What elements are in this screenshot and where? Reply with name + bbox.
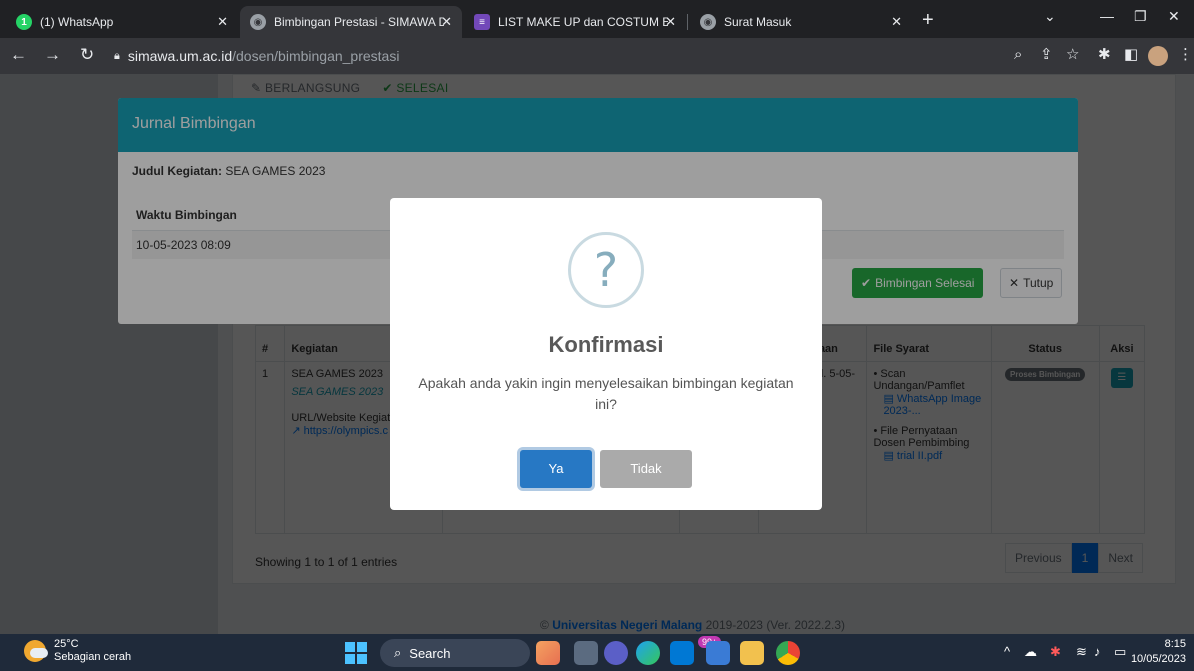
tab-surat-masuk[interactable]: ◉ Surat Masuk ✕ xyxy=(690,6,912,38)
lock-icon: 🔒︎ xyxy=(114,49,120,62)
url-path: /dosen/bimbingan_prestasi xyxy=(232,48,400,64)
windows-taskbar: 25°C Sebagian cerah ⌕ Search 99+ ^ ☁ ✱ ≋… xyxy=(0,634,1194,671)
chat-icon[interactable] xyxy=(604,641,628,665)
share-icon[interactable]: ⇪ xyxy=(1040,46,1053,64)
dialog-message: Apakah anda yakin ingin menyelesaikan bi… xyxy=(418,375,794,412)
new-tab-button[interactable]: + xyxy=(922,10,934,30)
partly-cloudy-icon xyxy=(24,640,48,662)
search-icon: ⌕ xyxy=(394,645,402,660)
question-icon: ? xyxy=(568,232,644,308)
restore-button[interactable]: ❐ xyxy=(1134,8,1147,25)
windows-start-button[interactable] xyxy=(345,642,367,664)
zoom-icon[interactable]: ⌕ xyxy=(1014,46,1022,64)
extensions-icon[interactable]: ✱ xyxy=(1098,46,1111,64)
weather-temp: 25°C xyxy=(54,638,79,650)
back-arrow-icon[interactable]: ← xyxy=(10,46,27,64)
tab-list-make-up[interactable]: ≡ LIST MAKE UP dan COSTUM EPH ✕ xyxy=(464,6,686,38)
close-icon[interactable]: ✕ xyxy=(441,14,452,30)
url-field[interactable]: 🔒︎ simawa.um.ac.id /dosen/bimbingan_pres… xyxy=(114,46,399,66)
address-toolbar: ← → ↻ 🔒︎ simawa.um.ac.id /dosen/bimbinga… xyxy=(0,38,1194,74)
onedrive-icon[interactable]: ☁ xyxy=(1024,644,1037,660)
page-viewport: ✎ BERLANGSUNG ✔ SELESAI # Kegiatan Tgl. … xyxy=(0,74,1194,634)
clock-time: 8:15 xyxy=(1164,638,1186,650)
close-icon[interactable]: ✕ xyxy=(891,14,902,30)
forward-arrow-icon[interactable]: → xyxy=(44,46,61,64)
weather-widget[interactable]: 25°C Sebagian cerah xyxy=(24,638,131,664)
konfirmasi-dialog: ? Konfirmasi Apakah anda yakin ingin men… xyxy=(390,198,822,510)
window-close-button[interactable]: ✕ xyxy=(1168,8,1180,25)
tab-whatsapp[interactable]: 1 (1) WhatsApp ✕ xyxy=(6,6,238,38)
close-icon[interactable]: ✕ xyxy=(665,14,676,30)
forms-icon: ≡ xyxy=(474,14,490,30)
app-icon[interactable] xyxy=(536,641,560,665)
tab-title: Surat Masuk xyxy=(724,15,792,29)
tab-title: Bimbingan Prestasi - SIMAWA DO xyxy=(274,15,444,29)
search-label: Search xyxy=(409,645,451,661)
myhp-icon[interactable] xyxy=(706,641,730,665)
reload-icon[interactable]: ↻ xyxy=(80,46,94,64)
sidepanel-icon[interactable]: ◧ xyxy=(1124,46,1138,64)
dialog-title: Konfirmasi xyxy=(548,332,664,357)
whatsapp-icon: 1 xyxy=(16,14,32,30)
tab-bimbingan-prestasi[interactable]: ◉ Bimbingan Prestasi - SIMAWA DO ✕ xyxy=(240,6,462,38)
system-clock[interactable]: 8:15 10/05/2023 xyxy=(1131,637,1186,667)
tab-search-icon[interactable]: ⌄ xyxy=(1044,8,1056,25)
volume-icon[interactable]: ♪ xyxy=(1094,644,1101,659)
file-explorer-icon[interactable] xyxy=(740,641,764,665)
confirm-yes-button[interactable]: Ya xyxy=(520,450,592,488)
bookmark-star-icon[interactable]: ☆ xyxy=(1066,46,1079,64)
edge-icon[interactable] xyxy=(636,641,660,665)
taskbar-search[interactable]: ⌕ Search xyxy=(380,639,530,667)
weather-desc: Sebagian cerah xyxy=(54,651,132,663)
tab-title: LIST MAKE UP dan COSTUM EPH xyxy=(498,15,668,29)
wifi-icon[interactable]: ≋ xyxy=(1076,644,1087,660)
store-icon[interactable] xyxy=(670,641,694,665)
minimize-button[interactable]: — xyxy=(1100,8,1114,24)
confirm-no-button[interactable]: Tidak xyxy=(600,450,692,488)
clock-date: 10/05/2023 xyxy=(1130,653,1186,665)
profile-avatar[interactable] xyxy=(1148,46,1168,66)
antivirus-icon[interactable]: ✱ xyxy=(1050,644,1061,660)
chrome-icon[interactable] xyxy=(776,641,800,665)
browser-tab-bar: 1 (1) WhatsApp ✕ ◉ Bimbingan Prestasi - … xyxy=(0,0,1194,38)
tray-overflow-icon[interactable]: ^ xyxy=(1004,644,1010,659)
tab-title: (1) WhatsApp xyxy=(40,15,114,29)
simawa-icon: ◉ xyxy=(250,14,266,30)
close-icon[interactable]: ✕ xyxy=(217,14,228,30)
battery-icon[interactable]: ▭ xyxy=(1114,644,1126,660)
task-view-icon[interactable] xyxy=(574,641,598,665)
simawa-icon: ◉ xyxy=(700,14,716,30)
url-host: simawa.um.ac.id xyxy=(127,48,233,64)
tab-separator xyxy=(687,14,688,30)
menu-kebab-icon[interactable]: ⋮ xyxy=(1178,46,1193,64)
